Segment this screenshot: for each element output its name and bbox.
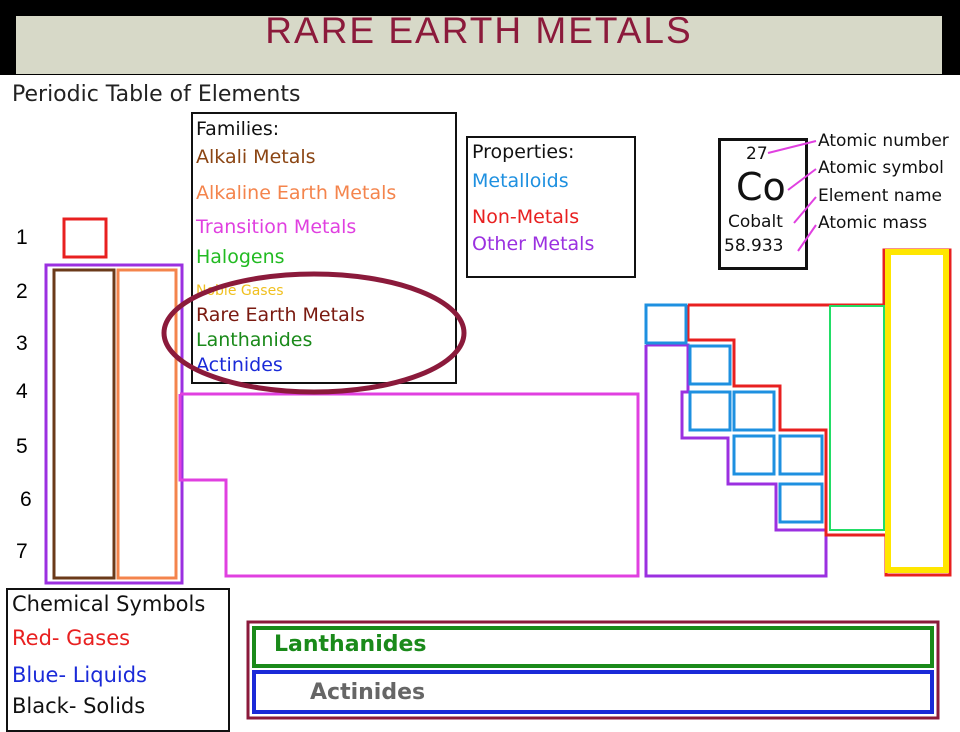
label-atomic-number: Atomic number bbox=[818, 131, 949, 151]
actinides-label: Actinides bbox=[310, 680, 426, 705]
family-alkaline-earth-metals: Alkaline Earth Metals bbox=[196, 182, 397, 204]
metalloid-box bbox=[732, 434, 776, 476]
period-1: 1 bbox=[16, 226, 28, 249]
metalloid-box bbox=[644, 303, 688, 345]
family-alkali-metals: Alkali Metals bbox=[196, 146, 316, 168]
properties-heading: Properties: bbox=[472, 141, 575, 163]
chemical-symbols-heading: Chemical Symbols bbox=[12, 592, 206, 616]
noble-gases-column bbox=[885, 249, 949, 573]
period-7: 7 bbox=[16, 540, 28, 563]
label-element-name: Element name bbox=[818, 186, 942, 206]
metalloid-box bbox=[688, 390, 732, 432]
period-2: 2 bbox=[16, 280, 28, 303]
other-metals-outline bbox=[644, 343, 828, 578]
property-metalloids: Metalloids bbox=[472, 170, 569, 192]
family-transition-metals: Transition Metals bbox=[196, 216, 357, 238]
metalloid-box bbox=[778, 434, 824, 476]
symbol-black-solids: Black- Solids bbox=[12, 694, 146, 718]
label-atomic-symbol: Atomic symbol bbox=[818, 158, 944, 178]
period-4: 4 bbox=[16, 380, 28, 403]
alkali-column bbox=[52, 268, 116, 580]
symbol-blue-liquids: Blue- Liquids bbox=[12, 663, 148, 687]
period-3: 3 bbox=[16, 332, 28, 355]
label-atomic-mass: Atomic mass bbox=[818, 213, 928, 233]
property-other-metals: Other Metals bbox=[472, 233, 595, 255]
non-metals-outline bbox=[686, 248, 952, 577]
period-6: 6 bbox=[20, 488, 32, 511]
transition-metals-outline bbox=[178, 392, 640, 578]
family-halogens: Halogens bbox=[196, 246, 285, 268]
metalloid-box bbox=[778, 482, 824, 524]
period-5: 5 bbox=[16, 435, 28, 458]
hydrogen-box bbox=[62, 217, 108, 259]
metalloid-box bbox=[688, 344, 732, 386]
symbol-red-gases: Red- Gases bbox=[12, 626, 131, 650]
halogens-column bbox=[829, 305, 885, 531]
families-heading: Families: bbox=[196, 118, 280, 140]
rare-earth-highlight-ellipse bbox=[161, 271, 467, 395]
lanthanides-label: Lanthanides bbox=[274, 632, 427, 657]
property-non-metals: Non-Metals bbox=[472, 206, 580, 228]
metalloid-box bbox=[732, 390, 776, 432]
